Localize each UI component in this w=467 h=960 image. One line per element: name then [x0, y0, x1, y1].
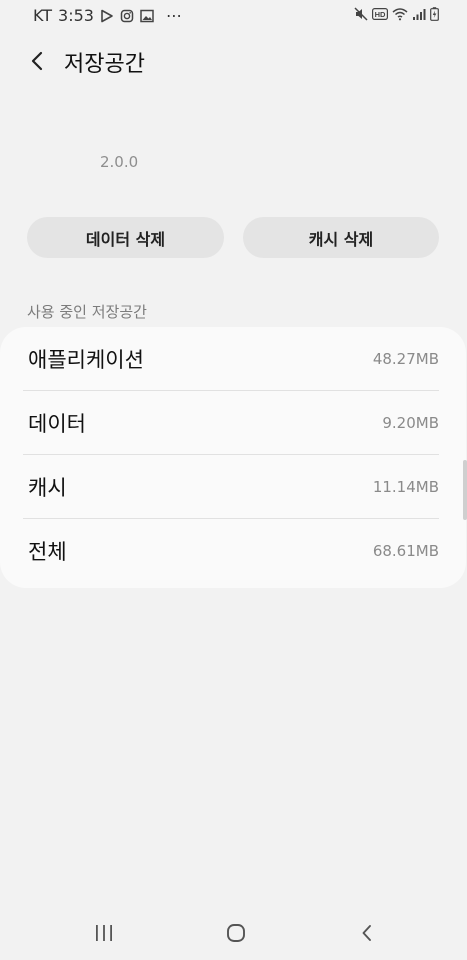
back-button[interactable] — [26, 48, 48, 74]
storage-row-label: 데이터 — [28, 411, 86, 436]
storage-row-app: 애플리케이션 48.27MB — [0, 327, 466, 390]
instagram-icon — [120, 9, 134, 23]
storage-row-value: 68.61MB — [372, 541, 439, 560]
recent-apps-button[interactable] — [84, 918, 124, 948]
status-bar: KT 3:53 ⋯ HD — [0, 0, 467, 30]
storage-row-value: 9.20MB — [382, 413, 439, 432]
hd-icon: HD — [372, 8, 388, 20]
page-title: 저장공간 — [64, 52, 145, 77]
home-icon — [227, 924, 245, 942]
storage-row-value: 11.14MB — [372, 477, 439, 496]
storage-row-total: 전체 68.61MB — [0, 519, 466, 582]
scroll-indicator[interactable] — [463, 460, 467, 520]
svg-text:HD: HD — [375, 10, 386, 19]
clear-cache-button[interactable]: 캐시 삭제 — [243, 217, 439, 258]
storage-row-label: 애플리케이션 — [28, 347, 144, 372]
navigation-bar — [0, 908, 467, 960]
signal-icon — [412, 8, 426, 21]
back-icon — [362, 925, 371, 941]
carrier-label: KT — [33, 6, 53, 25]
clock: 3:53 — [58, 6, 94, 25]
wifi-icon — [392, 7, 408, 21]
status-right: HD — [354, 7, 439, 21]
gallery-icon — [140, 9, 154, 23]
mute-icon — [354, 7, 368, 21]
app-bar: 저장공간 — [0, 44, 467, 78]
status-left: KT 3:53 ⋯ — [33, 6, 182, 25]
storage-row-label: 전체 — [28, 539, 67, 564]
home-button[interactable] — [216, 918, 256, 948]
nav-back-button[interactable] — [347, 918, 387, 948]
app-version: 2.0.0 — [100, 153, 139, 171]
status-overflow: ⋯ — [165, 6, 182, 25]
storage-row-data: 데이터 9.20MB — [0, 391, 466, 454]
play-store-icon — [100, 9, 114, 23]
storage-card: 애플리케이션 48.27MB 데이터 9.20MB 캐시 11.14MB 전체 … — [0, 327, 466, 588]
storage-row-value: 48.27MB — [372, 349, 439, 368]
recent-apps-icon — [96, 925, 112, 941]
storage-section-header: 사용 중인 저장공간 — [27, 303, 147, 321]
storage-row-cache: 캐시 11.14MB — [0, 455, 466, 518]
back-icon — [31, 51, 43, 71]
clear-data-button[interactable]: 데이터 삭제 — [27, 217, 224, 258]
battery-icon — [430, 7, 439, 21]
storage-row-label: 캐시 — [28, 475, 67, 500]
